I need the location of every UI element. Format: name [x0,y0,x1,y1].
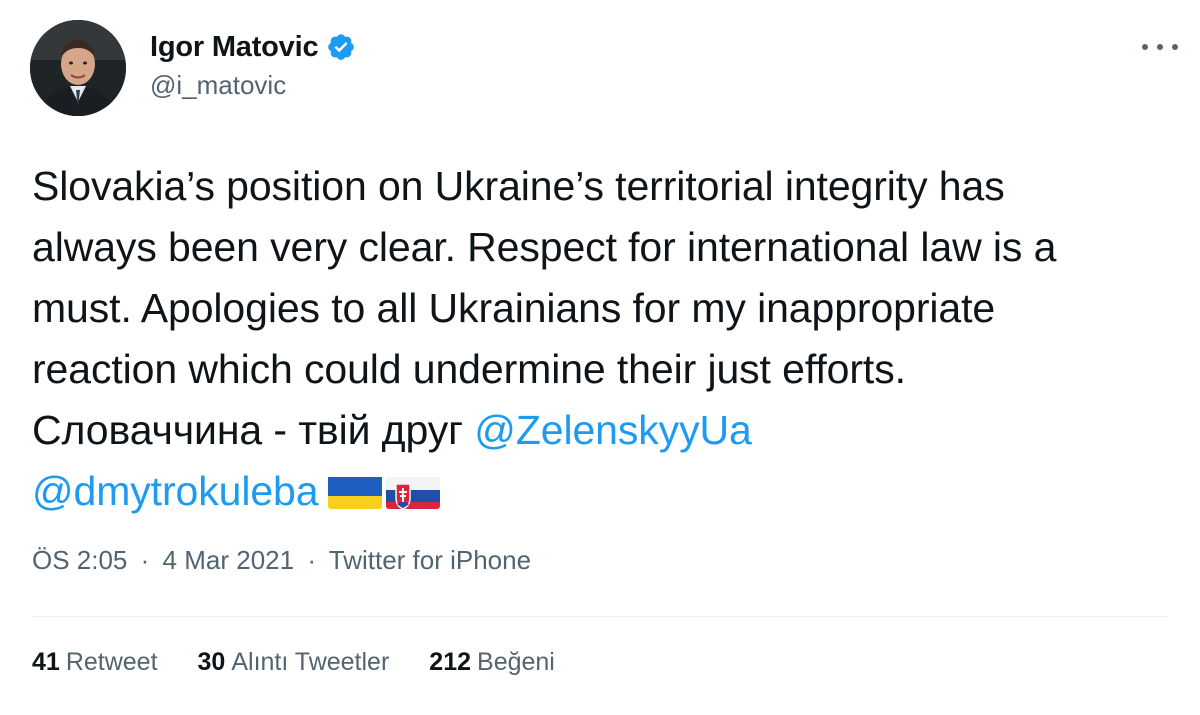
display-name[interactable]: Igor Matovic [150,31,319,64]
tweet-text-line: must. Apologies to all Ukrainians for my… [32,285,996,331]
more-options-icon[interactable] [1142,36,1178,58]
tweet-text-line: reaction which could undermine their jus… [32,346,906,392]
retweets-stat[interactable]: 41 Retweet [32,648,158,677]
mention-link-dmytrokuleba[interactable]: @dmytrokuleba [32,468,319,514]
mention-link-zelenskyyua[interactable]: @ZelenskyyUa [474,407,752,453]
ukraine-flag-icon [328,471,383,509]
quote-tweets-count: 30 [197,648,226,676]
meta-separator: · [307,545,316,575]
tweet-text-line: @dmytrokuleba [32,461,1182,522]
quote-tweets-label: Alıntı Tweetler [231,648,390,676]
tweet-text: Slovakia’s position on Ukraine’s territo… [32,156,1182,522]
retweets-label: Retweet [65,648,158,676]
slovakia-flag-icon [386,471,441,509]
likes-label: Beğeni [477,648,555,676]
likes-count: 212 [429,648,472,676]
likes-stat[interactable]: 212 Beğeni [429,648,555,677]
author-info: Igor Matovic @i_matovic [150,30,356,101]
tweet-stats: 41 Retweet 30 Alıntı Tweetler 212 Beğeni [32,648,555,677]
meta-separator: · [140,545,150,575]
tweet-source[interactable]: Twitter for iPhone [329,545,531,575]
dot-icon [1157,44,1163,50]
divider [32,616,1168,617]
tweet-text-segment: Словаччина - твій друг [32,407,475,453]
display-name-row: Igor Matovic [150,30,356,64]
tweet-text-line: Slovakia’s position on Ukraine’s territo… [32,163,1005,209]
tweet-card: Igor Matovic @i_matovic Slovakia’s posit… [0,0,1200,715]
quote-tweets-stat[interactable]: 30 Alıntı Tweetler [198,648,390,677]
verified-badge-icon [326,32,356,62]
tweet-text-line: Словаччина - твій друг @ZelenskyyUa [32,400,1182,461]
dot-icon [1142,44,1148,50]
tweet-date[interactable]: 4 Mar 2021 [163,545,295,575]
tweet-text-line: always been very clear. Respect for inte… [32,224,1057,270]
dot-icon [1172,44,1178,50]
avatar[interactable] [30,20,126,116]
author-handle[interactable]: @i_matovic [150,70,356,101]
tweet-time[interactable]: ÖS 2:05 [32,545,127,575]
tweet-meta: ÖS 2:05 · 4 Mar 2021 · Twitter for iPhon… [32,545,531,576]
retweets-count: 41 [32,648,60,676]
avatar-image [30,20,126,116]
